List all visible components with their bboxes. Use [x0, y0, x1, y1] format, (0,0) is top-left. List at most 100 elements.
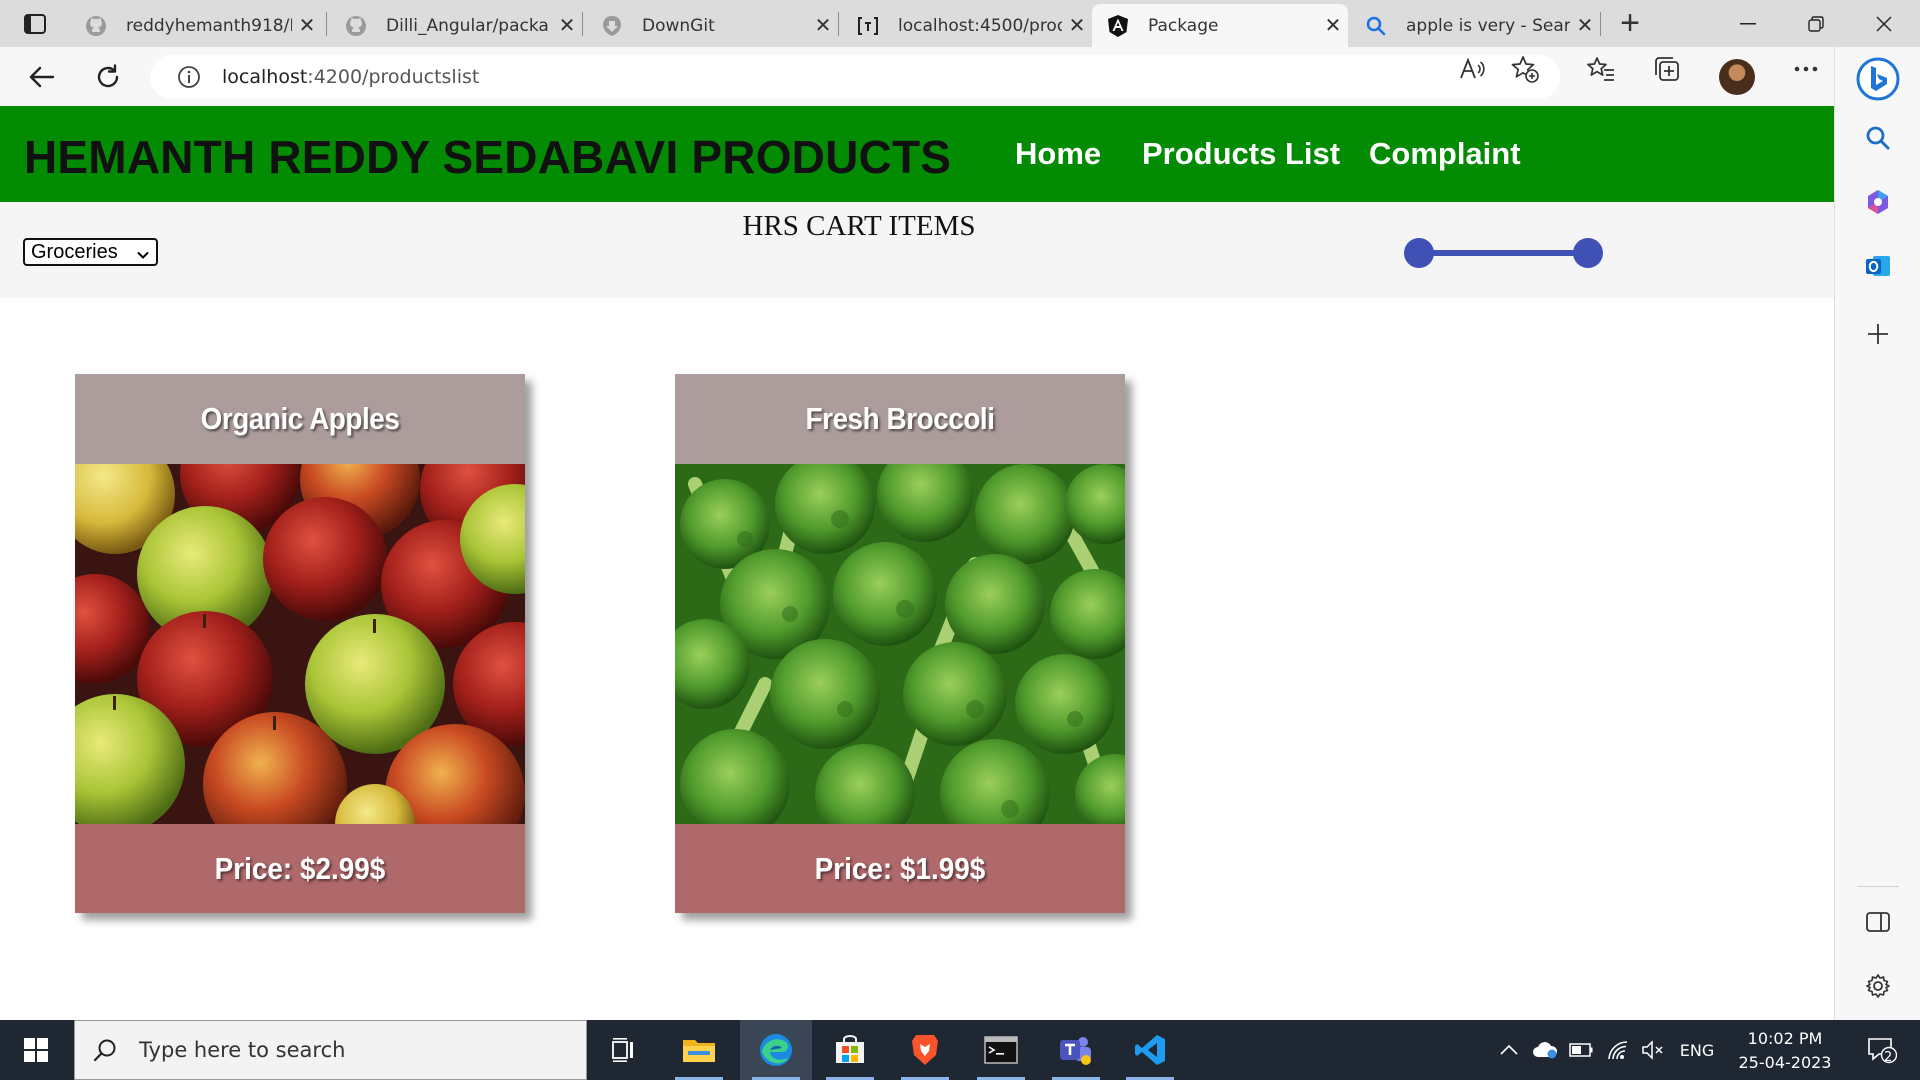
outlook-icon[interactable]	[1858, 246, 1898, 286]
url-path: :4200/productslist	[307, 66, 480, 88]
site-info-icon[interactable]	[174, 62, 204, 92]
github-icon	[84, 14, 108, 38]
refresh-icon[interactable]	[90, 59, 126, 95]
tab-title: apple is very - Searc	[1406, 15, 1570, 36]
volume-muted-icon[interactable]	[1638, 1020, 1668, 1080]
tab-title: Dilli_Angular/packa	[386, 15, 549, 36]
product-card[interactable]: Organic Apples Price: $2.99$	[75, 374, 525, 913]
favorites-icon[interactable]	[1585, 53, 1617, 85]
file-explorer-icon[interactable]	[663, 1020, 735, 1080]
tab-localhost-4500[interactable]: localhost:4500/prod ✕	[842, 4, 1092, 47]
tab-divider	[838, 12, 839, 36]
url-host: localhost	[222, 66, 308, 88]
close-icon[interactable]: ✕	[292, 13, 322, 38]
taskbar-search-placeholder: Type here to search	[139, 1038, 346, 1062]
notifications-icon[interactable]: 2	[1860, 1020, 1904, 1080]
cart-heading: HRS CART ITEMS	[742, 210, 976, 242]
add-favorite-icon[interactable]	[1509, 53, 1541, 85]
notification-count: 2	[1884, 1050, 1893, 1065]
clock-date: 25-04-2023	[1738, 1053, 1832, 1072]
collections-icon[interactable]	[1651, 53, 1683, 85]
broccoli-photo	[675, 464, 1125, 824]
price-range-max-thumb[interactable]	[1573, 238, 1603, 268]
card-header: Organic Apples	[75, 374, 525, 464]
profile-avatar[interactable]	[1719, 59, 1755, 95]
tab-divider	[1600, 12, 1601, 36]
close-icon[interactable]: ✕	[1318, 13, 1348, 38]
new-tab-button[interactable]: +	[1612, 6, 1648, 42]
back-arrow-icon[interactable]	[24, 59, 60, 95]
show-hidden-icons-chevron-up-icon[interactable]	[1494, 1020, 1524, 1080]
tab-downgit[interactable]: DownGit ✕	[586, 4, 838, 47]
edge-browser-icon[interactable]	[740, 1020, 812, 1080]
chevron-down-icon	[136, 245, 150, 259]
bing-chat-icon[interactable]	[1854, 55, 1902, 103]
clock-time: 10:02 PM	[1747, 1029, 1823, 1048]
teams-icon[interactable]	[1040, 1020, 1112, 1080]
more-options-icon[interactable]	[1790, 53, 1822, 85]
page-icon	[856, 14, 880, 38]
language-indicator[interactable]: ENG	[1674, 1020, 1720, 1080]
close-icon[interactable]: ✕	[1570, 13, 1600, 38]
microsoft-store-icon[interactable]	[814, 1020, 886, 1080]
add-icon[interactable]	[1858, 314, 1898, 354]
product-name: Fresh Broccoli	[697, 374, 1103, 464]
read-aloud-icon[interactable]	[1456, 53, 1488, 85]
price-range-track[interactable]	[1418, 250, 1588, 256]
vscode-icon[interactable]	[1114, 1020, 1186, 1080]
tab-actions-icon[interactable]	[16, 10, 54, 38]
card-footer: Price: $1.99$	[675, 824, 1125, 913]
close-icon[interactable]: ✕	[808, 13, 838, 38]
search-icon	[1364, 14, 1388, 38]
card-footer: Price: $2.99$	[75, 824, 525, 913]
tab-github-2[interactable]: Dilli_Angular/packa ✕	[330, 4, 582, 47]
tab-divider	[582, 12, 583, 36]
windows-start-icon[interactable]	[0, 1020, 72, 1080]
language-label: ENG	[1679, 1040, 1715, 1060]
settings-gear-icon[interactable]	[1858, 966, 1898, 1006]
product-name: Organic Apples	[97, 374, 503, 464]
brave-browser-icon[interactable]	[889, 1020, 961, 1080]
search-icon[interactable]	[1858, 118, 1898, 158]
price-range-min-thumb[interactable]	[1404, 238, 1434, 268]
github-icon	[344, 14, 368, 38]
onedrive-icon[interactable]	[1530, 1020, 1560, 1080]
angular-icon	[1106, 14, 1130, 38]
wifi-icon[interactable]	[1604, 1020, 1634, 1080]
system-clock[interactable]: 10:02 PM 25-04-2023	[1720, 1027, 1850, 1075]
tab-package[interactable]: Package ✕	[1092, 4, 1348, 47]
product-price: Price: $1.99$	[814, 850, 986, 886]
filter-bar: Groceries HRS CART ITEMS	[0, 202, 1834, 298]
tab-divider	[326, 12, 327, 36]
sidebar-divider	[1857, 886, 1899, 887]
card-header: Fresh Broccoli	[675, 374, 1125, 464]
browser-toolbar: localhost:4200/productslist	[0, 47, 1920, 106]
restore-button[interactable]	[1782, 0, 1850, 47]
address-bar[interactable]: localhost:4200/productslist	[150, 55, 1560, 99]
task-view-icon[interactable]	[588, 1020, 660, 1080]
taskbar-search-box[interactable]: Type here to search	[74, 1020, 587, 1080]
browser-tab-strip: reddyhemanth918/I ✕ Dilli_Angular/packa …	[0, 0, 1920, 47]
tab-title: localhost:4500/prod	[898, 15, 1062, 36]
nav-complaint-link[interactable]: Complaint	[1369, 136, 1521, 172]
close-icon[interactable]: ✕	[552, 13, 582, 38]
tab-title: Package	[1148, 15, 1219, 36]
product-card[interactable]: Fresh Broccoli Price: $1.99$	[675, 374, 1125, 913]
hide-sidebar-icon[interactable]	[1858, 902, 1898, 942]
close-window-button[interactable]	[1850, 0, 1918, 47]
tab-title: reddyhemanth918/I	[126, 15, 292, 36]
copilot-icon[interactable]	[1858, 182, 1898, 222]
nav-products-list-link[interactable]: Products List	[1142, 136, 1340, 172]
tab-github-1[interactable]: reddyhemanth918/I ✕	[70, 4, 322, 47]
brand-title[interactable]: HEMANTH REDDY SEDABAVI PRODUCTS	[24, 130, 951, 184]
terminal-icon[interactable]	[965, 1020, 1037, 1080]
battery-icon[interactable]	[1566, 1020, 1596, 1080]
minimize-button[interactable]	[1714, 0, 1782, 47]
nav-home-link[interactable]: Home	[1015, 136, 1101, 172]
tab-bing-search[interactable]: apple is very - Searc ✕	[1350, 4, 1600, 47]
close-icon[interactable]: ✕	[1062, 13, 1092, 38]
product-price: Price: $2.99$	[214, 850, 386, 886]
category-select-value: Groceries	[31, 240, 118, 263]
windows-taskbar: Type here to search ENG 10:02 PM 25-04-2…	[0, 1020, 1920, 1080]
url-text: localhost:4200/productslist	[222, 66, 479, 88]
